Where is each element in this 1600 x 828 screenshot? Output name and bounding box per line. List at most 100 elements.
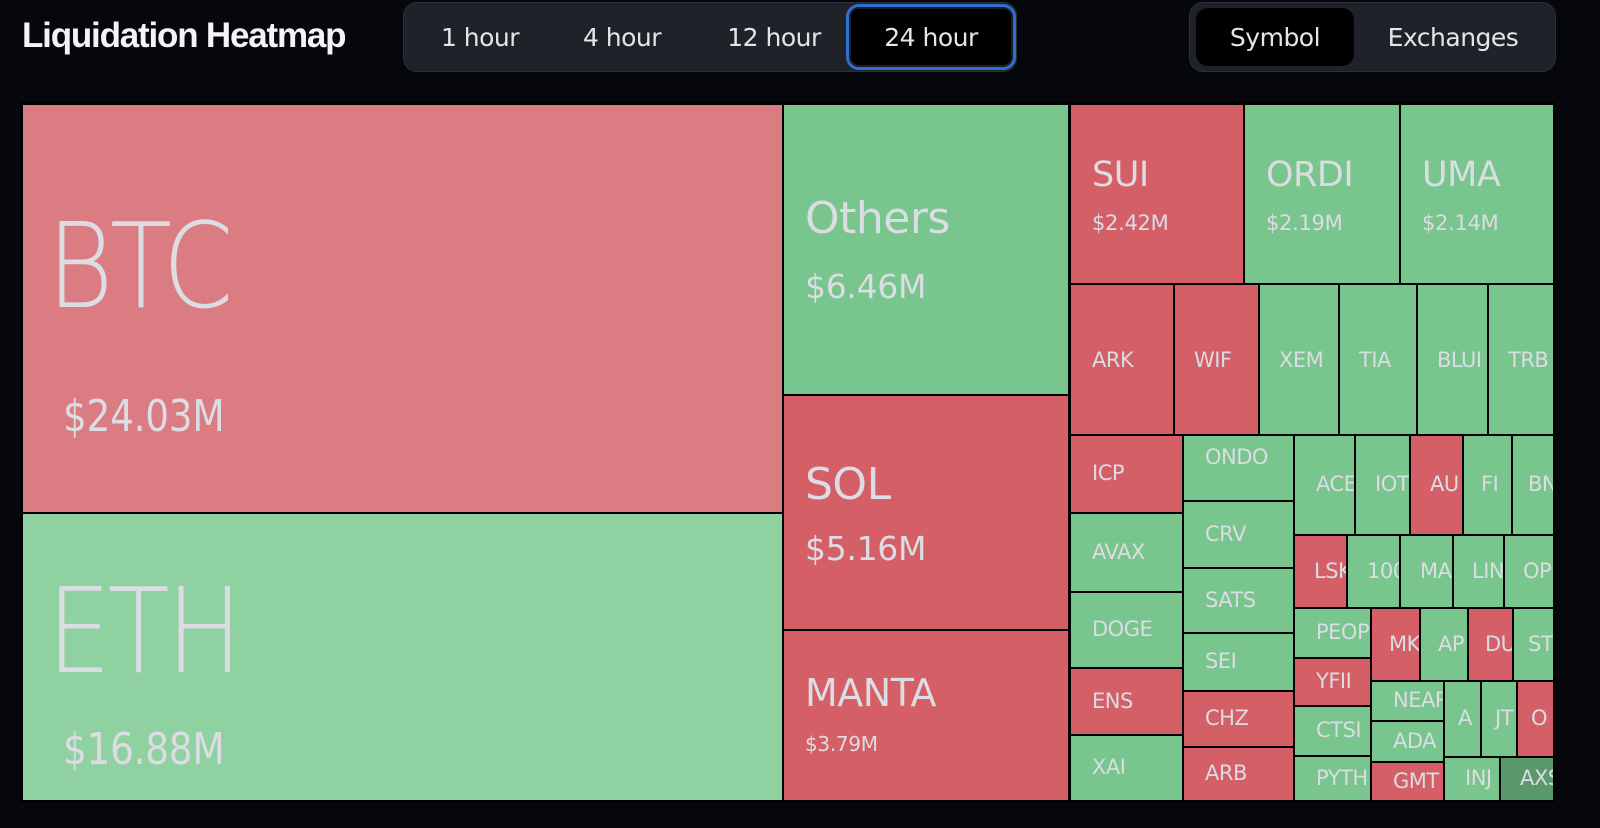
tile-symbol: AP xyxy=(1438,631,1465,656)
tile-symbol: AXS xyxy=(1520,766,1553,790)
tile-symbol: PEOP xyxy=(1316,620,1370,644)
tile-ordi[interactable]: ORDI $2.19M xyxy=(1244,104,1400,284)
tile-symbol: SATS xyxy=(1205,587,1256,612)
tile-symbol: LIN xyxy=(1472,558,1504,583)
tile-sui[interactable]: SUI $2.42M xyxy=(1070,104,1244,284)
tile-ace[interactable]: ACE xyxy=(1294,435,1355,535)
tile-symbol: NEAR xyxy=(1393,688,1444,712)
tile-symbol: PYTH xyxy=(1316,765,1368,790)
tile-pyth[interactable]: PYTH xyxy=(1294,756,1371,801)
tile-symbol: SOL xyxy=(805,459,891,510)
tile-yfii[interactable]: YFII xyxy=(1294,658,1371,706)
tile-axs[interactable]: AXS xyxy=(1500,757,1554,801)
tile-symbol: XEM xyxy=(1279,347,1324,372)
tile-ada[interactable]: ADA xyxy=(1371,721,1444,762)
tile-value: $5.16M xyxy=(805,529,927,568)
tile-gmt[interactable]: GMT xyxy=(1371,762,1444,801)
tab-24-hour[interactable]: 24 hour xyxy=(846,4,1016,70)
tile-symbol: SUI xyxy=(1092,155,1149,195)
tile-symbol: A xyxy=(1458,706,1472,730)
tile-symbol: ONDO xyxy=(1205,445,1268,469)
tile-avax[interactable]: AVAX xyxy=(1070,513,1183,592)
tile-mk[interactable]: MK xyxy=(1371,608,1420,681)
tile-symbol: ETH xyxy=(47,562,243,700)
tile-symbol: MANTA xyxy=(805,671,936,715)
tile-symbol: O xyxy=(1531,706,1548,730)
tab-symbol[interactable]: Symbol xyxy=(1196,8,1354,66)
tile-symbol: XAI xyxy=(1092,755,1126,779)
tile-symbol: INJ xyxy=(1465,766,1492,790)
tile-lsk[interactable]: LSK xyxy=(1294,535,1347,608)
tile-iot[interactable]: IOT xyxy=(1355,435,1410,535)
tile-symbol: OP xyxy=(1523,558,1552,583)
tile-trb[interactable]: TRB xyxy=(1488,284,1554,435)
tile-chz[interactable]: CHZ xyxy=(1183,691,1294,747)
tile-value: $16.88M xyxy=(63,724,225,775)
tile-symbol: 100 xyxy=(1367,558,1399,583)
tile-symbol: ST xyxy=(1528,631,1554,656)
tile-fi[interactable]: FI xyxy=(1463,435,1512,535)
tile-100[interactable]: 100 xyxy=(1347,535,1400,608)
tile-doge[interactable]: DOGE xyxy=(1070,592,1183,668)
tile-symbol: MA xyxy=(1420,558,1452,583)
tile-uma[interactable]: UMA $2.14M xyxy=(1400,104,1554,284)
tile-sol[interactable]: SOL $5.16M xyxy=(783,395,1069,630)
tile-value: $2.19M xyxy=(1266,211,1343,235)
tab-4-hour[interactable]: 4 hour xyxy=(552,3,692,71)
tile-symbol: ACE xyxy=(1316,472,1355,496)
tab-exchanges[interactable]: Exchanges xyxy=(1358,3,1548,71)
tile-jt[interactable]: JT xyxy=(1481,681,1517,757)
tile-symbol: ADA xyxy=(1393,728,1437,753)
tile-symbol: TIA xyxy=(1359,347,1391,372)
tile-ondo[interactable]: ONDO xyxy=(1183,435,1294,501)
tile-du[interactable]: DU xyxy=(1468,608,1513,681)
tile-arb[interactable]: ARB xyxy=(1183,747,1294,801)
view-mode-selector: Symbol Exchanges xyxy=(1189,2,1556,72)
tile-symbol: CRV xyxy=(1205,521,1246,546)
tile-sats[interactable]: SATS xyxy=(1183,568,1294,633)
tile-peop[interactable]: PEOP xyxy=(1294,608,1371,658)
tile-symbol: CTSI xyxy=(1316,718,1362,742)
tile-symbol: ICP xyxy=(1092,461,1125,485)
tile-ap[interactable]: AP xyxy=(1420,608,1468,681)
tile-tia[interactable]: TIA xyxy=(1339,284,1417,435)
tile-wif[interactable]: WIF xyxy=(1174,284,1259,435)
tile-o[interactable]: O xyxy=(1517,681,1554,757)
tile-eth[interactable]: ETH $16.88M xyxy=(22,513,783,801)
tab-1-hour[interactable]: 1 hour xyxy=(410,3,550,71)
tile-a[interactable]: A xyxy=(1444,681,1481,757)
tile-manta[interactable]: MANTA $3.79M xyxy=(783,630,1069,801)
tile-bn[interactable]: BN xyxy=(1512,435,1554,535)
tile-xai[interactable]: XAI xyxy=(1070,735,1183,801)
tile-lin[interactable]: LIN xyxy=(1453,535,1504,608)
tile-symbol: TRB xyxy=(1508,347,1549,372)
tile-crv[interactable]: CRV xyxy=(1183,501,1294,568)
tile-symbol: BLUI xyxy=(1437,347,1482,372)
tile-symbol: ENS xyxy=(1092,688,1133,713)
tile-ctsi[interactable]: CTSI xyxy=(1294,706,1371,756)
tile-symbol: BTC xyxy=(47,197,233,335)
tile-value: $2.42M xyxy=(1092,211,1169,235)
tile-ens[interactable]: ENS xyxy=(1070,668,1183,735)
tile-op[interactable]: OP xyxy=(1504,535,1554,608)
tile-btc[interactable]: BTC $24.03M xyxy=(22,104,783,513)
tile-value: $6.46M xyxy=(805,267,927,306)
page-title: Liquidation Heatmap xyxy=(22,16,347,55)
tile-inj[interactable]: INJ xyxy=(1444,757,1500,801)
tile-sei[interactable]: SEI xyxy=(1183,633,1294,691)
tile-au[interactable]: AU xyxy=(1410,435,1463,535)
tile-others[interactable]: Others $6.46M xyxy=(783,104,1069,395)
tile-symbol: ARB xyxy=(1205,761,1247,785)
tile-symbol: UMA xyxy=(1422,155,1501,195)
tile-ark[interactable]: ARK xyxy=(1070,284,1174,435)
tile-st[interactable]: ST xyxy=(1513,608,1554,681)
tab-12-hour[interactable]: 12 hour xyxy=(694,3,854,71)
tile-symbol: ARK xyxy=(1092,347,1134,372)
tile-blur[interactable]: BLUI xyxy=(1417,284,1488,435)
tile-value: $24.03M xyxy=(63,391,225,442)
tile-symbol: ORDI xyxy=(1266,155,1354,195)
tile-icp[interactable]: ICP xyxy=(1070,435,1183,513)
tile-xem[interactable]: XEM xyxy=(1259,284,1339,435)
tile-near[interactable]: NEAR xyxy=(1371,681,1444,721)
tile-ma[interactable]: MA xyxy=(1400,535,1453,608)
